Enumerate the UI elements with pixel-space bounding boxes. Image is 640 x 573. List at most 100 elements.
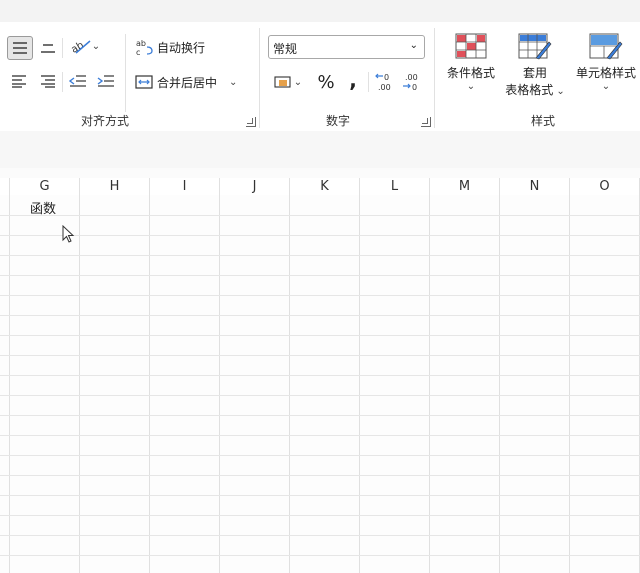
number-group-label: 数字 [325,114,350,128]
percent-icon: % [317,71,335,93]
ribbon: ab ⌄ ab c 自动换行 合并后居中 ⌄ 对齐方式 常规 ⌄ ⌄ % , 0… [0,22,640,132]
percent-style-button[interactable]: % [313,70,339,94]
column-header-row: G H I J K L M N O [0,178,640,196]
number-format-value: 常规 [273,42,298,56]
cell-grid[interactable] [0,195,640,573]
group-separator [259,28,260,128]
increase-decimal-icon: 0.00 [375,73,391,92]
styles-group-label: 样式 [530,114,555,128]
decrease-indent-icon [69,75,86,87]
group-separator [434,28,435,128]
format-as-table-label-1: 套用 [522,66,547,80]
align-left-button[interactable] [7,70,31,92]
conditional-format-icon [455,33,487,59]
gridline [0,415,640,416]
orientation-button[interactable]: ab ⌄ [67,34,103,58]
align-top-icon [13,42,27,54]
gridline [0,395,640,396]
number-launcher-icon[interactable] [421,117,431,127]
gridline [0,275,640,276]
column-header-m[interactable]: M [430,178,499,195]
cell-styles-icon [589,33,623,60]
chevron-down-icon: ⌄ [601,81,611,92]
chevron-down-icon: ⌄ [466,81,476,92]
svg-text:0: 0 [384,73,389,82]
alignment-group-label: 对齐方式 [80,114,129,128]
text-orientation-icon: ab [70,40,91,55]
increase-decimal-button[interactable]: 0.00 [373,69,397,95]
wrap-text-label: 自动换行 [157,40,206,55]
svg-text:c: c [136,48,140,56]
decrease-indent-button[interactable] [66,70,90,92]
chevron-down-icon: ⌄ [293,76,303,88]
gridline [0,375,640,376]
svg-text:.00: .00 [405,73,418,82]
column-header-k[interactable]: K [290,178,359,195]
separator [62,38,63,58]
column-header-h[interactable]: H [80,178,149,195]
svg-text:.00: .00 [378,83,391,92]
wrap-text-icon: abc [136,39,153,56]
comma-style-button[interactable]: , [342,68,364,92]
column-header-n[interactable]: N [500,178,569,195]
align-middle-icon [41,44,55,53]
column-header-j[interactable]: J [220,178,289,195]
gridline [0,515,640,516]
align-top-button[interactable] [7,36,33,60]
cell-styles-button[interactable]: 单元格样式 ⌄ [572,32,640,100]
separator [125,34,126,112]
separator [368,72,369,92]
column-header-i[interactable]: I [150,178,219,195]
cell-g1-text[interactable]: 函数 [30,198,56,217]
gridline [0,235,640,236]
comma-icon: , [349,68,357,92]
align-middle-button[interactable] [36,36,60,58]
align-left-icon [12,75,26,88]
decrease-decimal-button[interactable]: .00 0 [400,69,424,95]
chevron-down-icon: ⌄ [91,40,101,52]
align-right-icon [41,75,55,88]
conditional-format-label: 条件格式 [446,66,495,80]
gridline [0,555,640,556]
gridline [0,475,640,476]
format-as-table-icon [518,33,552,60]
svg-text:0: 0 [412,83,417,92]
chevron-down-icon: ⌄ [553,86,565,97]
column-header-l[interactable]: L [360,178,429,195]
alignment-launcher-icon[interactable] [246,117,256,127]
number-format-select[interactable]: 常规 ⌄ [268,35,425,59]
chevron-down-icon: ⌄ [409,40,418,51]
formula-area-gap [0,131,640,168]
gridline [0,455,640,456]
title-strip [0,0,640,22]
separator [62,72,63,92]
merge-center-icon [135,75,153,89]
merge-center-label: 合并后居中 [157,75,218,90]
chevron-down-icon: ⌄ [229,76,238,88]
decrease-decimal-icon: .000 [403,73,418,92]
column-header-g[interactable]: G [10,178,79,195]
gridline [0,295,640,296]
increase-indent-icon [97,75,114,87]
currency-icon [274,76,291,88]
align-right-button[interactable] [36,70,60,92]
format-as-table-label-2: 表格格式 ⌄ [505,83,565,97]
wrap-text-button[interactable]: ab c 自动换行 [135,35,215,59]
mouse-pointer-icon [62,225,75,243]
increase-indent-button[interactable] [94,70,118,92]
merge-center-button[interactable]: 合并后居中 ⌄ [135,70,250,94]
gridline [0,435,640,436]
gridline [0,355,640,356]
gridline [0,495,640,496]
format-as-table-button[interactable]: 套用 表格格式 ⌄ [500,32,570,104]
column-header-o[interactable]: O [570,178,639,195]
cell-styles-label: 单元格样式 [575,66,636,80]
gridline [0,255,640,256]
accounting-format-button[interactable]: ⌄ [268,70,308,94]
gridline [0,535,640,536]
conditional-format-button[interactable]: 条件格式 ⌄ [442,32,500,100]
gridline [0,215,640,216]
gridline [0,315,640,316]
svg-text:ab: ab [136,39,146,48]
gridline [0,335,640,336]
